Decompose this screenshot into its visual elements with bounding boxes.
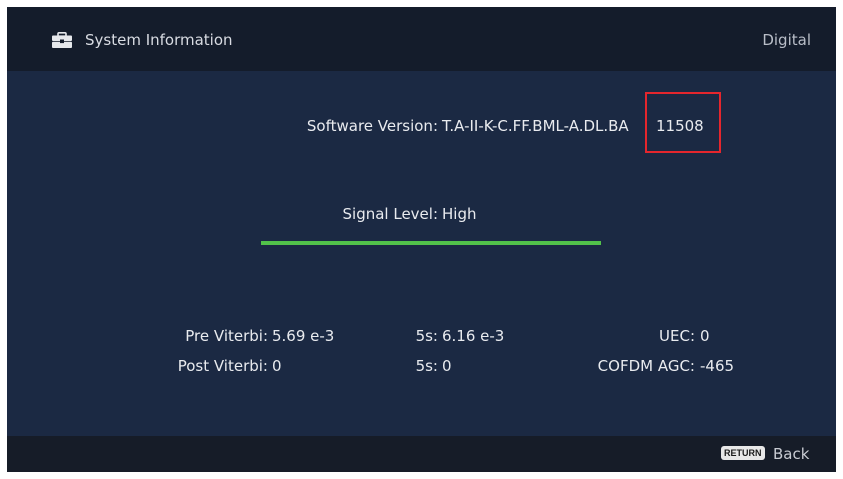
post-5s-value: 0 [442,357,452,375]
signal-level-value: High [442,205,477,223]
system-information-screen: System Information Digital Software Vers… [7,7,836,472]
build-number-highlight-box [645,92,721,153]
cofdm-agc-value: -465 [700,357,735,375]
pre-5s-value: 6.16 e-3 [442,327,505,345]
post-viterbi-value: 0 [272,357,282,375]
footer-bar: RETURN Back [7,436,836,472]
back-button[interactable]: Back [773,445,809,463]
return-key-icon: RETURN [721,446,765,460]
post-viterbi-label: Post Viterbi: [177,357,268,375]
uec-label: UEC: [659,327,695,345]
cofdm-agc-label: COFDM AGC: [597,357,695,375]
pre-viterbi-value: 5.69 e-3 [272,327,335,345]
header-bar: System Information Digital [7,7,836,71]
post-5s-label: 5s: [415,357,438,375]
signal-level-bar-fill [261,241,601,245]
software-version-value: T.A-II-K-C.FF.BML-A.DL.BA [442,117,629,135]
signal-level-bar [261,241,601,245]
page-title: System Information [85,31,233,49]
software-version-label: Software Version: [306,117,438,135]
pre-viterbi-label: Pre Viterbi: [185,327,268,345]
signal-level-label: Signal Level: [342,205,439,223]
toolbox-icon [52,32,72,48]
broadcast-mode-label: Digital [762,31,811,49]
pre-5s-label: 5s: [415,327,438,345]
uec-value: 0 [700,327,710,345]
